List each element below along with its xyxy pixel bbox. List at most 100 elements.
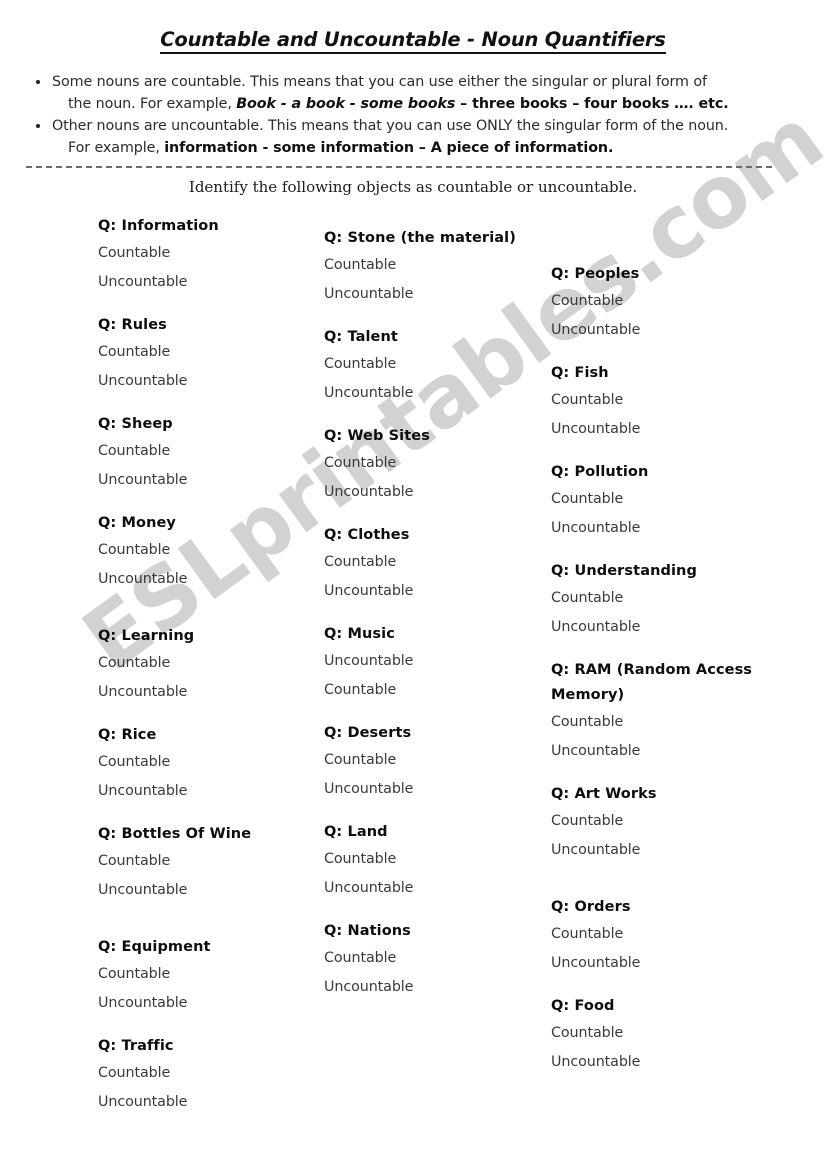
question-prompt: Q: Fish <box>551 365 609 381</box>
question-prompt: Q: Orders <box>551 899 631 915</box>
question-prompt: Q: Equipment <box>98 939 211 955</box>
question-block: Q: Land Countable Uncountable <box>324 820 539 903</box>
question-prompt: Q: Information <box>98 218 219 234</box>
question-prompt: Q: Talent <box>324 329 398 345</box>
answer-option-countable[interactable]: Countable <box>324 845 539 874</box>
question-prompt: Q: Bottles Of Wine <box>98 826 252 842</box>
question-block: Q: Understanding Countable Uncountable <box>551 559 781 642</box>
answer-option-uncountable[interactable]: Uncountable <box>551 613 781 642</box>
answer-option-uncountable[interactable]: Uncountable <box>98 678 313 707</box>
answer-option-countable[interactable]: Countable <box>324 251 539 280</box>
question-block: Q: Web Sites Countable Uncountable <box>324 424 539 507</box>
worksheet-page: ESLprintables.com Countable and Uncounta… <box>0 0 826 1169</box>
question-prompt: Q: Clothes <box>324 527 410 543</box>
question-prompt: Q: Music <box>324 626 395 642</box>
question-prompt: Q: Land <box>324 824 388 840</box>
question-block: Q: Deserts Countable Uncountable <box>324 721 539 804</box>
question-block: Q: Bottles Of Wine Countable Uncountable <box>98 822 313 905</box>
question-prompt: Q: Money <box>98 515 176 531</box>
answer-option-countable[interactable]: Countable <box>324 449 539 478</box>
question-prompt: Q: RAM (Random Access Memory) <box>551 662 753 703</box>
answer-option-countable[interactable]: Countable <box>324 746 539 775</box>
answer-option-countable[interactable]: Countable <box>98 437 313 466</box>
answer-option-countable[interactable]: Countable <box>98 338 313 367</box>
question-prompt: Q: Rules <box>98 317 167 333</box>
answer-option-countable[interactable]: Countable <box>324 944 539 973</box>
answer-option-uncountable[interactable]: Uncountable <box>98 367 313 396</box>
question-prompt: Q: Deserts <box>324 725 412 741</box>
answer-option-uncountable[interactable]: Uncountable <box>551 949 781 978</box>
answer-option-uncountable[interactable]: Uncountable <box>98 876 313 905</box>
answer-option-uncountable[interactable]: Uncountable <box>551 514 781 543</box>
answer-option-countable[interactable]: Countable <box>98 649 313 678</box>
question-block: Q: Orders Countable Uncountable <box>551 895 781 978</box>
answer-option-countable[interactable]: Countable <box>551 1019 781 1048</box>
question-prompt: Q: Web Sites <box>324 428 430 444</box>
question-prompt: Q: Learning <box>98 628 195 644</box>
answer-option-uncountable[interactable]: Uncountable <box>98 777 313 806</box>
answer-option-uncountable[interactable]: Uncountable <box>98 565 313 594</box>
answer-option-countable[interactable]: Countable <box>551 287 781 316</box>
question-block: Q: RAM (Random Access Memory) Countable Un… <box>551 658 781 766</box>
question-prompt: Q: Art Works <box>551 786 657 802</box>
question-prompt: Q: Traffic <box>98 1038 174 1054</box>
question-block: Q: Rice Countable Uncountable <box>98 723 313 806</box>
question-prompt: Q: Understanding <box>551 563 697 579</box>
question-prompt: Q: Sheep <box>98 416 173 432</box>
answer-option-countable[interactable]: Countable <box>551 807 781 836</box>
answer-option-countable[interactable]: Countable <box>324 548 539 577</box>
answer-option-uncountable[interactable]: Uncountable <box>324 280 539 309</box>
question-columns: Q: Information Countable Uncountable Q: Rul… <box>0 0 826 1169</box>
question-block: Q: Clothes Countable Uncountable <box>324 523 539 606</box>
answer-option-countable[interactable]: Countable <box>551 485 781 514</box>
answer-option-countable[interactable]: Countable <box>551 920 781 949</box>
question-prompt: Q: Food <box>551 998 615 1014</box>
question-prompt: Q: Rice <box>98 727 157 743</box>
answer-option-uncountable[interactable]: Uncountable <box>324 478 539 507</box>
answer-option-uncountable[interactable]: Uncountable <box>324 379 539 408</box>
question-column-2: Q: Stone (the material) Countable Uncounta… <box>324 226 539 1018</box>
question-prompt: Q: Peoples <box>551 266 640 282</box>
question-prompt: Q: Stone (the material) <box>324 230 516 246</box>
question-block: Q: Traffic Countable Uncountable <box>98 1034 313 1117</box>
question-block: Q: Nations Countable Uncountable <box>324 919 539 1002</box>
answer-option-countable[interactable]: Countable <box>98 1059 313 1088</box>
question-prompt: Q: Pollution <box>551 464 649 480</box>
question-block: Q: Rules Countable Uncountable <box>98 313 313 396</box>
answer-option-uncountable[interactable]: Uncountable <box>324 874 539 903</box>
question-block: Q: Music Uncountable Countable <box>324 622 539 705</box>
answer-option-uncountable[interactable]: Uncountable <box>551 836 781 865</box>
question-block: Q: Art Works Countable Uncountable <box>551 782 781 865</box>
answer-option-uncountable[interactable]: Uncountable <box>551 415 781 444</box>
question-block: Q: Money Countable Uncountable <box>98 511 313 594</box>
question-block: Q: Equipment Countable Uncountable <box>98 935 313 1018</box>
answer-option-countable[interactable]: Countable <box>551 386 781 415</box>
question-block: Q: Pollution Countable Uncountable <box>551 460 781 543</box>
answer-option-uncountable[interactable]: Uncountable <box>324 577 539 606</box>
answer-option-uncountable[interactable]: Uncountable <box>551 1048 781 1077</box>
question-block: Q: Talent Countable Uncountable <box>324 325 539 408</box>
question-column-1: Q: Information Countable Uncountable Q: Rul… <box>98 214 313 1133</box>
question-block: Q: Fish Countable Uncountable <box>551 361 781 444</box>
question-prompt: Q: Nations <box>324 923 411 939</box>
answer-option-countable[interactable]: Countable <box>98 960 313 989</box>
answer-option-uncountable[interactable]: Uncountable <box>98 989 313 1018</box>
answer-option-uncountable[interactable]: Uncountable <box>324 973 539 1002</box>
question-block: Q: Information Countable Uncountable <box>98 214 313 297</box>
answer-option-countable[interactable]: Countable <box>98 847 313 876</box>
answer-option-countable[interactable]: Countable <box>98 239 313 268</box>
answer-option-uncountable[interactable]: Uncountable <box>98 1088 313 1117</box>
answer-option-uncountable[interactable]: Uncountable <box>324 775 539 804</box>
answer-option-uncountable[interactable]: Uncountable <box>98 466 313 495</box>
answer-option-countable[interactable]: Countable <box>98 748 313 777</box>
answer-option-countable[interactable]: Countable <box>98 536 313 565</box>
answer-option-uncountable[interactable]: Uncountable <box>324 647 539 676</box>
question-block: Q: Peoples Countable Uncountable <box>551 262 781 345</box>
answer-option-uncountable[interactable]: Uncountable <box>551 316 781 345</box>
answer-option-countable[interactable]: Countable <box>551 708 781 737</box>
answer-option-uncountable[interactable]: Uncountable <box>551 737 781 766</box>
answer-option-countable[interactable]: Countable <box>324 676 539 705</box>
answer-option-countable[interactable]: Countable <box>324 350 539 379</box>
answer-option-countable[interactable]: Countable <box>551 584 781 613</box>
answer-option-uncountable[interactable]: Uncountable <box>98 268 313 297</box>
